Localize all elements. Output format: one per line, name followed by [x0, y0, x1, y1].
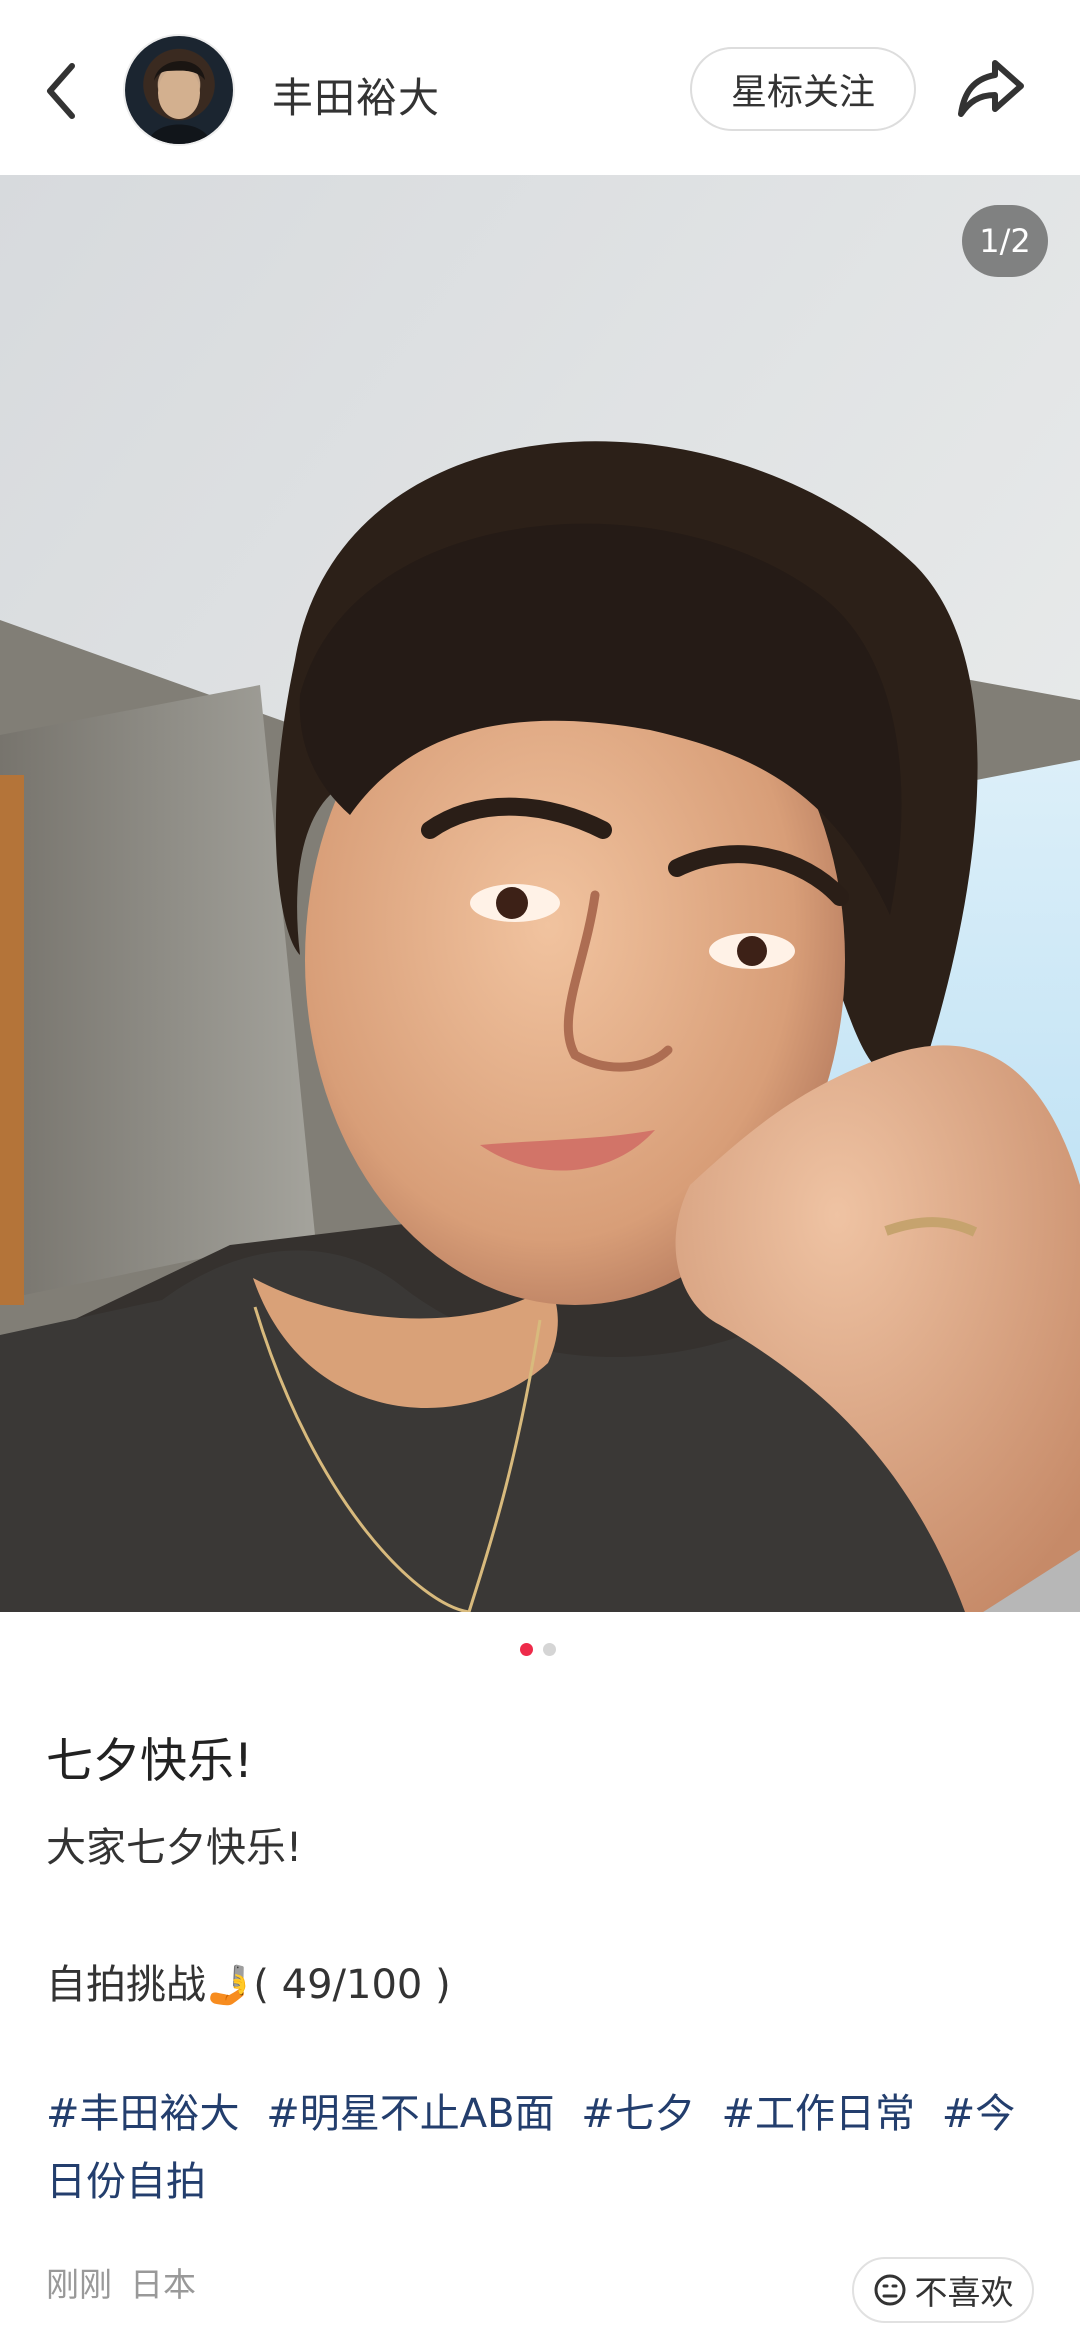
avatar[interactable]	[125, 36, 233, 144]
tag-link[interactable]: #丰田裕大	[46, 2091, 240, 2137]
post-title: 七夕快乐!	[46, 1734, 253, 1789]
tag-link[interactable]: #明星不止AB面	[266, 2091, 554, 2137]
dislike-face-icon	[874, 2274, 905, 2306]
top-bar: 丰田裕大 星标关注	[0, 0, 1080, 175]
carousel-dots[interactable]	[520, 1643, 556, 1657]
post-photo[interactable]: 1/2	[0, 175, 1080, 1612]
post-meta: 刚刚 日本	[46, 2258, 196, 2306]
photo-page-indicator: 1/2	[962, 205, 1048, 277]
carousel-dot-2[interactable]	[543, 1643, 556, 1656]
carousel-dot-1[interactable]	[520, 1643, 533, 1656]
post-location: 日本	[130, 2265, 196, 2304]
dislike-label: 不喜欢	[914, 2273, 1014, 2312]
post-body-line-1: 大家七夕快乐!	[46, 1825, 303, 1871]
selfie-photo-image	[0, 175, 1080, 1612]
post-tags: #丰田裕大 #明星不止AB面 #七夕 #工作日常 #今日份自拍	[46, 2080, 1036, 2216]
author-name[interactable]: 丰田裕大	[272, 64, 440, 124]
tag-link[interactable]: #工作日常	[722, 2091, 916, 2137]
post-challenge-label: 自拍挑战	[46, 1962, 206, 2008]
tag-link[interactable]: #七夕	[581, 2091, 695, 2137]
challenge-progress: ( 49/100 )	[253, 1962, 451, 2008]
share-icon[interactable]	[955, 55, 1027, 123]
selfie-emoji-icon: 🤳	[206, 1963, 254, 2007]
back-arrow-icon[interactable]	[38, 56, 88, 126]
star-follow-button[interactable]: 星标关注	[690, 47, 916, 131]
post-time: 刚刚	[46, 2265, 112, 2304]
post-body-line-2: 自拍挑战🤳( 49/100 )	[46, 1952, 451, 2010]
dislike-button[interactable]: 不喜欢	[852, 2257, 1034, 2323]
avatar-portrait-icon	[148, 60, 211, 144]
